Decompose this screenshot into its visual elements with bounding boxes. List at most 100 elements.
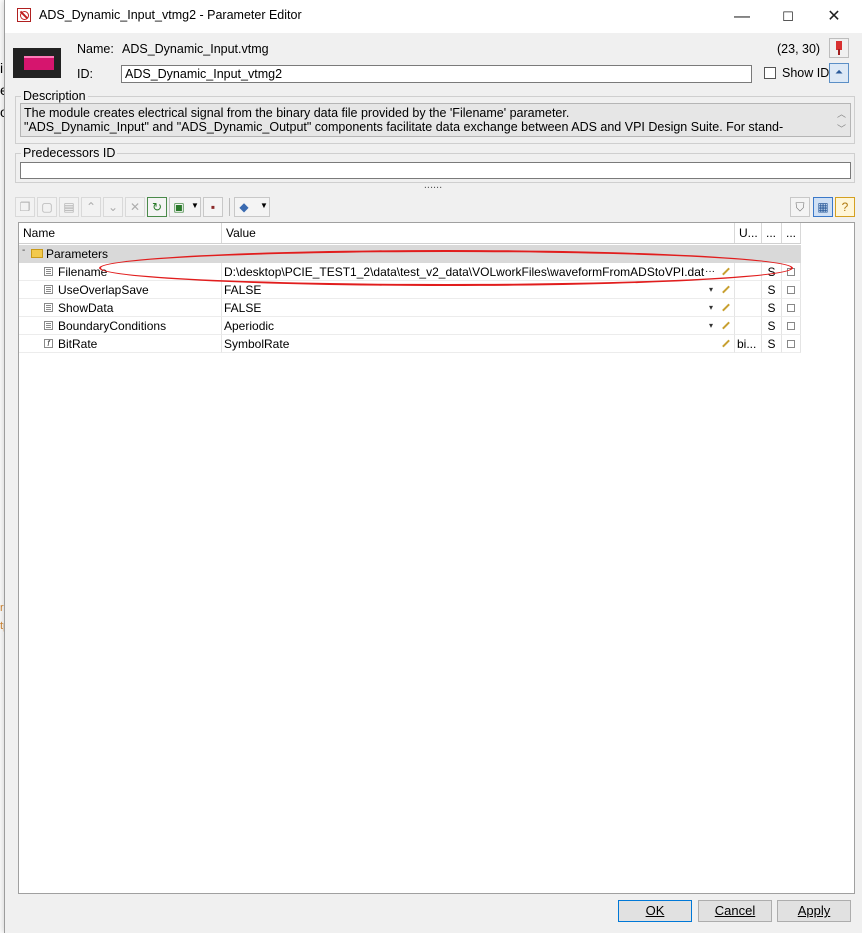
browse-ellipsis-button[interactable]: ··· bbox=[705, 263, 715, 280]
save-button[interactable]: ▪ bbox=[203, 197, 223, 217]
param-unit bbox=[735, 281, 762, 299]
param-checkbox[interactable] bbox=[787, 322, 795, 330]
id-label: ID: bbox=[77, 67, 93, 81]
param-checkbox[interactable] bbox=[787, 268, 795, 276]
move-up-button[interactable]: ⌃ bbox=[81, 197, 101, 217]
predecessors-title: Predecessors ID bbox=[21, 146, 118, 160]
column-header-name[interactable]: Name bbox=[19, 223, 222, 243]
column-header-unit[interactable]: U... bbox=[735, 223, 762, 243]
param-value[interactable]: D:\desktop\PCIE_TEST1_2\data\test_v2_dat… bbox=[224, 263, 704, 280]
edit-pencil-icon[interactable] bbox=[722, 339, 730, 348]
collapse-header-button[interactable]: ⏶ bbox=[829, 63, 849, 83]
dropdown-arrow-icon: ▼ bbox=[260, 201, 268, 210]
minimize-button[interactable]: — bbox=[719, 0, 765, 33]
table-row[interactable]: Filename D:\desktop\PCIE_TEST1_2\data\te… bbox=[19, 263, 801, 281]
copy-icon: ❐ bbox=[19, 200, 31, 214]
chevron-up-icon: ⌃ bbox=[85, 200, 97, 214]
delete-icon: ✕ bbox=[129, 200, 141, 214]
apply-button[interactable]: Apply bbox=[777, 900, 851, 922]
param-name: BitRate bbox=[58, 337, 98, 351]
edit-pencil-icon[interactable] bbox=[722, 285, 730, 294]
param-unit bbox=[735, 263, 762, 281]
delete-button[interactable]: ✕ bbox=[125, 197, 145, 217]
collapse-icon[interactable]: - bbox=[22, 245, 25, 256]
column-header-scope[interactable]: ... bbox=[762, 223, 782, 243]
scroll-up-icon[interactable]: ︿ bbox=[837, 107, 846, 121]
function-param-icon: f bbox=[44, 339, 53, 348]
pin-button[interactable] bbox=[829, 38, 849, 58]
param-value[interactable]: SymbolRate bbox=[224, 335, 289, 352]
table-row[interactable]: BoundaryConditions Aperiodic ▾ S bbox=[19, 317, 801, 335]
table-row[interactable]: f BitRate SymbolRate bi... S bbox=[19, 335, 801, 353]
maximize-button[interactable]: ☐ bbox=[765, 0, 811, 33]
refresh-button[interactable]: ↻ bbox=[147, 197, 167, 217]
help-button[interactable]: ? bbox=[835, 197, 855, 217]
param-unit bbox=[735, 317, 762, 335]
dropdown-arrow-icon: ▼ bbox=[191, 201, 199, 210]
app-icon bbox=[17, 8, 31, 22]
cancel-button[interactable]: Cancel bbox=[698, 900, 772, 922]
new-document-icon: ▢ bbox=[41, 200, 53, 214]
parameter-grid: Name Value U... ... ... - Parameters Fil… bbox=[18, 222, 855, 894]
ok-button[interactable]: OK bbox=[618, 900, 692, 922]
module-coordinates: (23, 30) bbox=[777, 42, 821, 56]
list-param-icon bbox=[44, 303, 53, 312]
module-icon bbox=[13, 48, 61, 78]
param-scope: S bbox=[762, 263, 782, 281]
param-checkbox[interactable] bbox=[787, 304, 795, 312]
python-dropdown-button[interactable]: ◆ ▼ bbox=[234, 197, 270, 217]
dropdown-arrow-icon[interactable]: ▾ bbox=[709, 281, 713, 298]
param-checkbox[interactable] bbox=[787, 286, 795, 294]
filter-button[interactable]: ⛉ bbox=[790, 197, 810, 217]
view-dropdown-button[interactable]: ▣ ▼ bbox=[169, 197, 201, 217]
list-param-icon bbox=[44, 267, 53, 276]
grid-view-button[interactable]: ▦ bbox=[813, 197, 833, 217]
scroll-down-icon[interactable]: ﹀ bbox=[837, 122, 846, 136]
column-header-value[interactable]: Value bbox=[222, 223, 735, 243]
list-param-icon bbox=[44, 321, 53, 330]
new-button[interactable]: ▢ bbox=[37, 197, 57, 217]
refresh-icon: ↻ bbox=[151, 200, 163, 214]
predecessors-input[interactable] bbox=[20, 162, 851, 179]
description-line-1: The module creates electrical signal fro… bbox=[24, 106, 570, 120]
close-button[interactable]: ✕ bbox=[811, 0, 857, 33]
grid-header: Name Value U... ... ... bbox=[19, 223, 801, 244]
param-value[interactable]: Aperiodic bbox=[224, 317, 274, 334]
table-row[interactable]: ShowData FALSE ▾ S bbox=[19, 299, 801, 317]
folder-icon bbox=[31, 249, 43, 258]
paste-icon: ▤ bbox=[63, 200, 75, 214]
description-text[interactable]: The module creates electrical signal fro… bbox=[20, 103, 851, 137]
paste-button[interactable]: ▤ bbox=[59, 197, 79, 217]
param-value[interactable]: FALSE bbox=[224, 281, 261, 298]
ok-label: OK bbox=[645, 903, 665, 918]
id-input[interactable]: ADS_Dynamic_Input_vtmg2 bbox=[121, 65, 752, 83]
param-name: UseOverlapSave bbox=[58, 283, 149, 297]
show-id-checkbox[interactable] bbox=[764, 67, 776, 79]
edit-pencil-icon[interactable] bbox=[722, 303, 730, 312]
param-value[interactable]: FALSE bbox=[224, 299, 261, 316]
cancel-label: Cancel bbox=[714, 903, 756, 918]
param-name: BoundaryConditions bbox=[58, 319, 167, 333]
dropdown-arrow-icon[interactable]: ▾ bbox=[709, 317, 713, 334]
column-header-extra[interactable]: ... bbox=[782, 223, 801, 243]
parameters-group-row[interactable]: - Parameters bbox=[19, 245, 801, 263]
dropdown-arrow-icon[interactable]: ▾ bbox=[709, 299, 713, 316]
show-id-label: Show ID bbox=[782, 66, 830, 80]
move-down-button[interactable]: ⌄ bbox=[103, 197, 123, 217]
help-icon: ? bbox=[841, 200, 849, 214]
parameter-editor-window: ADS_Dynamic_Input_vtmg2 - Parameter Edit… bbox=[4, 0, 862, 933]
edit-pencil-icon[interactable] bbox=[722, 267, 730, 276]
param-name: Filename bbox=[58, 265, 108, 279]
description-title: Description bbox=[21, 89, 88, 103]
copy-button[interactable]: ❐ bbox=[15, 197, 35, 217]
splitter-handle[interactable]: ...... bbox=[15, 180, 851, 191]
param-unit bbox=[735, 299, 762, 317]
grid-icon: ▦ bbox=[817, 200, 829, 214]
param-checkbox[interactable] bbox=[787, 340, 795, 348]
title-bar: ADS_Dynamic_Input_vtmg2 - Parameter Edit… bbox=[5, 0, 862, 33]
param-name: ShowData bbox=[58, 301, 114, 315]
edit-pencil-icon[interactable] bbox=[722, 321, 730, 330]
apply-label: Apply bbox=[797, 903, 831, 918]
param-unit: bi... bbox=[735, 335, 762, 353]
table-row[interactable]: UseOverlapSave FALSE ▾ S bbox=[19, 281, 801, 299]
